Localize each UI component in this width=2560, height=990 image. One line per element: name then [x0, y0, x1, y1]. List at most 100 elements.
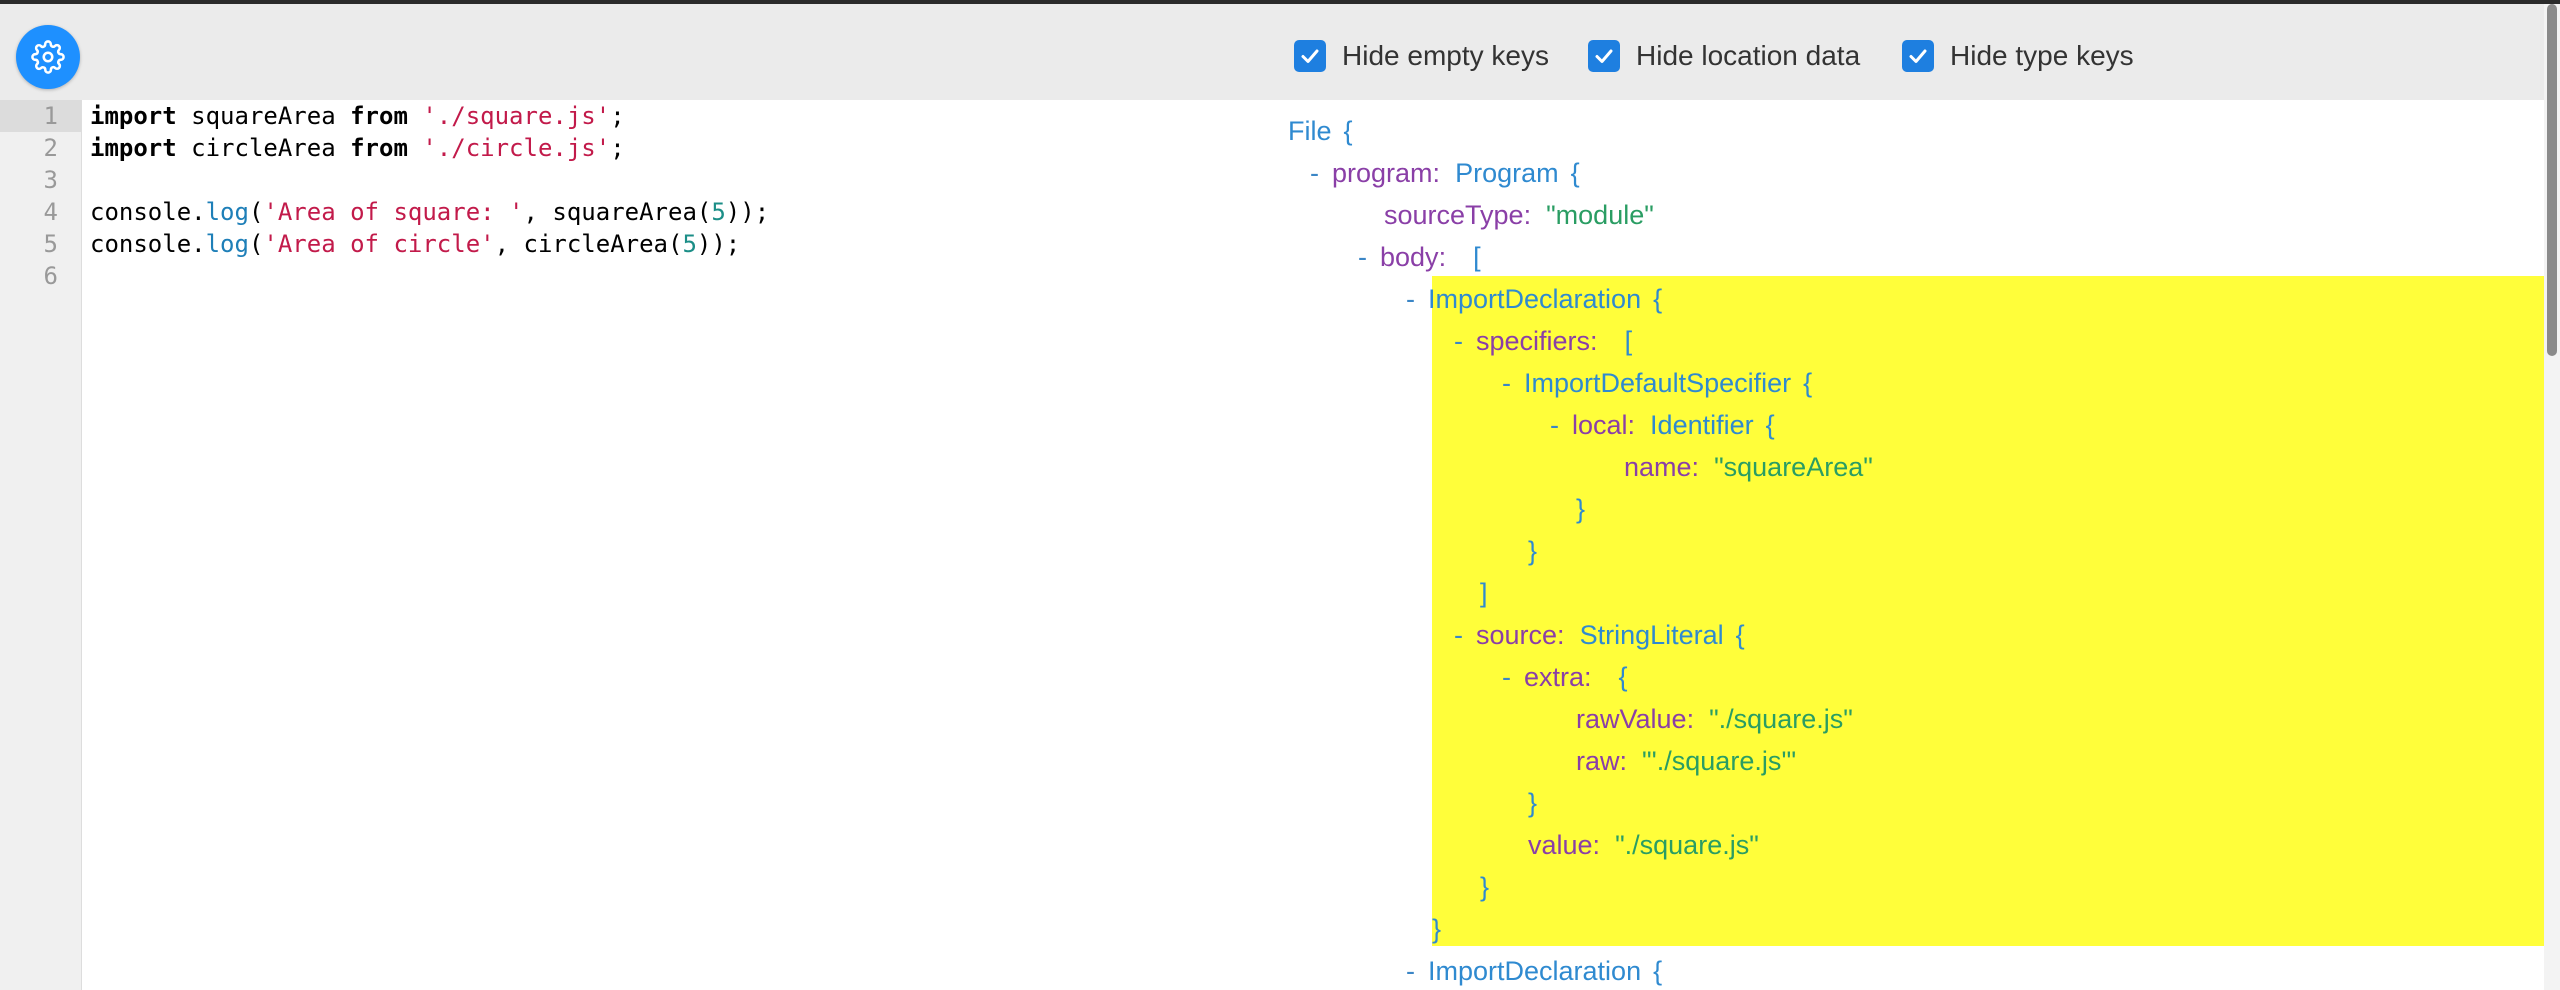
code-token: './circle.js' [422, 134, 611, 162]
ast-value: "squareArea" [1714, 452, 1873, 482]
collapse-toggle[interactable]: - [1454, 326, 1463, 356]
ast-type: StringLiteral [1579, 620, 1724, 650]
code-token: ( [248, 198, 264, 226]
bracket: } [1528, 536, 1538, 566]
ast-node[interactable]: - ImportDeclaration { [1406, 951, 1662, 990]
collapse-toggle[interactable]: - [1454, 620, 1463, 650]
code-token: squareArea [176, 102, 351, 130]
ast-value: "module" [1546, 200, 1654, 230]
checkbox[interactable] [1294, 40, 1326, 72]
ast-type: ImportDeclaration [1428, 284, 1642, 314]
code-line: console.log('Area of square: ', squareAr… [90, 196, 769, 228]
bracket: { [1803, 368, 1813, 398]
code-token: './square.js' [422, 102, 611, 130]
bracket: } [1528, 788, 1538, 818]
code-token: log [205, 198, 249, 226]
bracket: } [1576, 494, 1586, 524]
line-number: 3 [43, 166, 58, 194]
option-hide-type-keys[interactable]: Hide type keys [1902, 38, 2134, 74]
code-token: import [90, 134, 177, 162]
bracket: { [1343, 116, 1353, 146]
collapse-toggle[interactable]: - [1550, 410, 1559, 440]
line-number: 1 [0, 100, 81, 132]
ast-type: Identifier [1650, 410, 1754, 440]
ast-node[interactable]: } [1576, 489, 1585, 529]
code-line: import circleArea from './circle.js'; [90, 132, 625, 164]
ast-node[interactable]: } [1480, 867, 1489, 907]
gear-icon [31, 40, 65, 74]
ast-node[interactable]: - program: Program { [1310, 153, 1580, 193]
collapse-toggle[interactable]: - [1358, 242, 1367, 272]
ast-key: source [1476, 620, 1558, 650]
code-token: import [90, 102, 177, 130]
ast-value: "'./square.js'" [1642, 746, 1797, 776]
collapse-toggle[interactable]: - [1406, 284, 1415, 314]
ast-node[interactable]: - body: [ [1358, 237, 1481, 277]
checkbox[interactable] [1588, 40, 1620, 72]
bracket: [ [1624, 326, 1633, 356]
ast-options-toolbar: Hide empty keys Hide location data Hide ty… [1280, 4, 2544, 100]
ast-type: ImportDefaultSpecifier [1524, 368, 1792, 398]
ast-key: name [1624, 452, 1692, 482]
ast-node[interactable]: sourceType: "module" [1384, 195, 1654, 235]
bracket: { [1653, 284, 1663, 314]
colon: : [1686, 704, 1710, 734]
ast-type: Program [1455, 158, 1559, 188]
ast-key: raw [1576, 746, 1620, 776]
colon: : [1619, 746, 1643, 776]
ast-node[interactable]: - ImportDeclaration { [1406, 279, 1662, 319]
ast-node[interactable]: - source: StringLiteral { [1454, 615, 1745, 655]
ast-node[interactable]: raw: "'./square.js'" [1576, 741, 1796, 781]
code-token: 'Area of square: ' [263, 198, 524, 226]
code-token: from [350, 102, 408, 130]
option-hide-empty-keys[interactable]: Hide empty keys [1294, 38, 1549, 74]
ast-key: rawValue [1576, 704, 1687, 734]
ast-node[interactable]: File { [1288, 111, 1353, 151]
settings-button[interactable] [16, 25, 80, 89]
ast-key: specifiers [1476, 326, 1591, 356]
option-label: Hide location data [1636, 40, 1861, 71]
scrollbar-thumb[interactable] [2547, 4, 2557, 356]
ast-node[interactable]: value: "./square.js" [1528, 825, 1759, 865]
editor-gutter: 12 3 4 5 6 [0, 100, 82, 990]
ast-node[interactable]: ] [1480, 573, 1488, 613]
ast-node[interactable]: - local: Identifier { [1550, 405, 1775, 445]
colon: : [1627, 410, 1651, 440]
code-token: )); [725, 198, 770, 226]
ast-value: "./square.js" [1709, 704, 1853, 734]
code-token: log [205, 230, 249, 258]
collapse-toggle[interactable]: - [1502, 662, 1511, 692]
checkbox[interactable] [1902, 40, 1934, 72]
collapse-toggle[interactable]: - [1406, 956, 1415, 986]
option-label: Hide type keys [1950, 40, 2134, 71]
ast-scrollbar[interactable] [2544, 4, 2560, 990]
ast-node[interactable]: } [1528, 531, 1537, 571]
ast-tree-view[interactable]: File { - program: Program{sourceType: "modu… [1280, 100, 2544, 990]
ast-node[interactable]: rawValue: "./square.js" [1576, 699, 1853, 739]
code-editor[interactable]: import squareArea from './square.js'; imp… [82, 100, 1280, 990]
ast-node[interactable]: name: "squareArea" [1624, 447, 1873, 487]
ast-node[interactable]: - ImportDefaultSpecifier { [1502, 363, 1812, 403]
code-line: import squareArea from './square.js'; [90, 100, 625, 132]
ast-node[interactable]: - extra: { [1502, 657, 1628, 697]
code-line: console.log('Area of circle', circleArea… [90, 228, 740, 260]
editor-toolbar [0, 4, 1280, 100]
bracket: { [1618, 662, 1628, 692]
option-label: Hide empty keys [1342, 40, 1549, 71]
colon: : [1592, 830, 1616, 860]
ast-type: File [1288, 116, 1332, 146]
bracket: } [1480, 872, 1490, 902]
line-number: 2 [43, 134, 58, 162]
colon: : [1432, 158, 1456, 188]
colon: : [1584, 662, 1607, 692]
ast-node[interactable]: } [1528, 783, 1537, 823]
line-number: 5 [43, 230, 58, 258]
code-token: ; [610, 102, 625, 130]
code-token: ; [610, 134, 625, 162]
code-token: 5 [682, 230, 697, 258]
collapse-toggle[interactable]: - [1502, 368, 1511, 398]
ast-node[interactable]: - specifiers: [ [1454, 321, 1632, 361]
collapse-toggle[interactable]: - [1310, 158, 1319, 188]
ast-node[interactable]: } [1432, 909, 1441, 949]
option-hide-location-data[interactable]: Hide location data [1588, 38, 1860, 74]
